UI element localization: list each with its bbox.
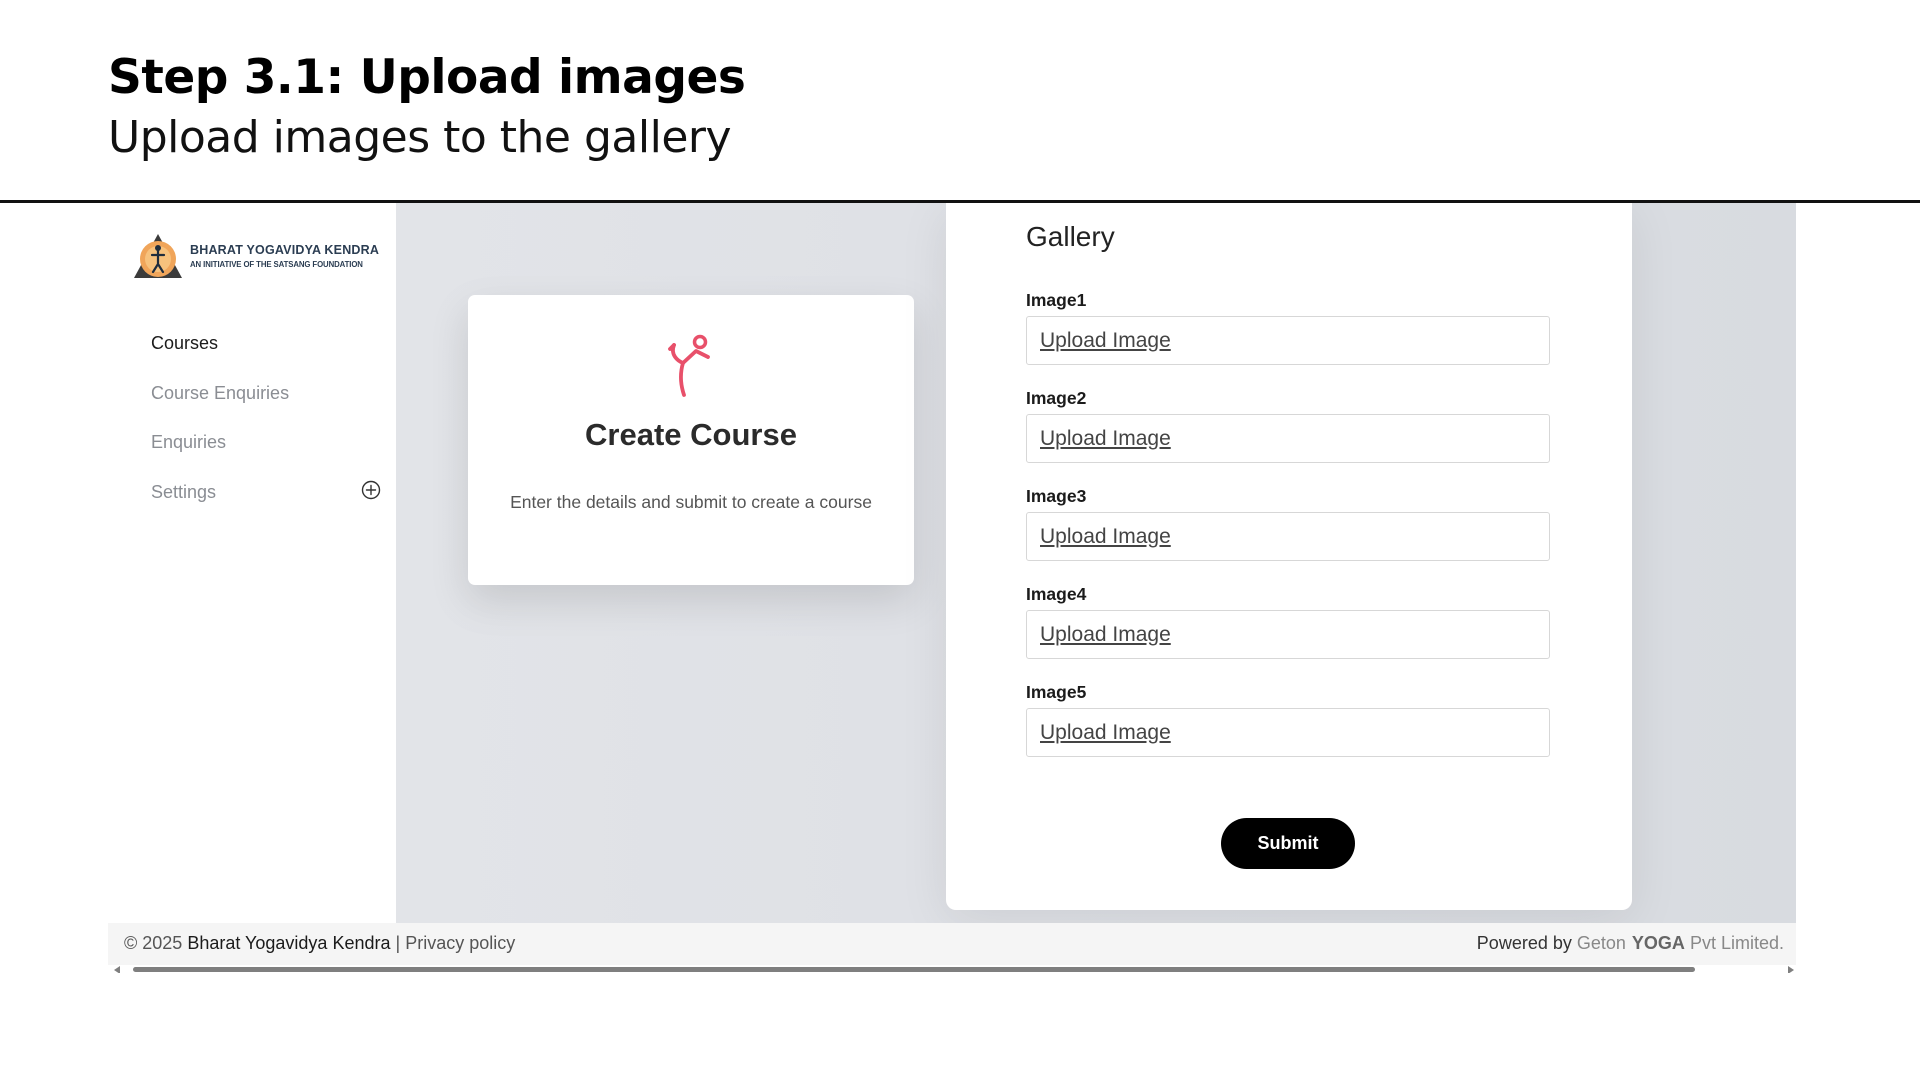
- sidebar-item-courses[interactable]: Courses: [151, 333, 381, 383]
- powered-by-yoga[interactable]: YOGA: [1632, 933, 1685, 953]
- slide-title: Step 3.1: Upload images: [108, 50, 746, 105]
- create-course-description: Enter the details and submit to create a…: [510, 492, 872, 512]
- footer: © 2025 Bharat Yogavidya Kendra | Privacy…: [108, 923, 1796, 965]
- image1-upload-box[interactable]: Upload Image: [1026, 316, 1550, 365]
- image5-field: Image5 Upload Image: [1026, 682, 1550, 757]
- scroll-right-arrow-icon[interactable]: [1788, 966, 1794, 973]
- create-course-card[interactable]: Create Course Enter the details and subm…: [468, 295, 914, 585]
- image2-field: Image2 Upload Image: [1026, 388, 1550, 463]
- image3-label: Image3: [1026, 486, 1087, 506]
- sidebar: BHARAT YOGAVIDYA KENDRA AN INITIATIVE OF…: [108, 203, 396, 923]
- horizontal-scrollbar[interactable]: [108, 965, 1796, 973]
- powered-by-pvt: Pvt Limited.: [1689, 933, 1784, 953]
- image5-upload-box[interactable]: Upload Image: [1026, 708, 1550, 757]
- main-content: Create Course Enter the details and subm…: [396, 203, 1796, 923]
- plus-circle-icon[interactable]: [361, 480, 381, 500]
- sidebar-item-settings[interactable]: Settings: [151, 480, 381, 532]
- copyright-text: © 2025: [124, 933, 183, 953]
- scrollbar-thumb[interactable]: [133, 967, 1695, 972]
- yoga-lotus-logo-icon: [134, 234, 182, 278]
- powered-by-text: Powered by: [1476, 933, 1572, 953]
- logo-title: BHARAT YOGAVIDYA KENDRA: [190, 243, 380, 257]
- brand-logo[interactable]: BHARAT YOGAVIDYA KENDRA AN INITIATIVE OF…: [132, 231, 379, 281]
- create-course-title: Create Course: [585, 417, 797, 452]
- image2-label: Image2: [1026, 388, 1087, 408]
- sidebar-item-label: Courses: [151, 333, 219, 353]
- sidebar-item-label: Settings: [151, 481, 217, 502]
- powered-by-geton[interactable]: Geton: [1577, 933, 1626, 953]
- slide-subtitle: Upload images to the gallery: [108, 112, 732, 163]
- sidebar-item-label: Enquiries: [151, 432, 227, 452]
- image4-upload-link[interactable]: Upload Image: [1040, 623, 1171, 647]
- submit-button[interactable]: Submit: [1221, 818, 1355, 869]
- footer-powered-by: Powered by Geton YOGA Pvt Limited.: [1477, 933, 1784, 954]
- privacy-policy-link[interactable]: Privacy policy: [405, 933, 515, 953]
- logo-tagline: AN INITIATIVE OF THE SATSANG FOUNDATION: [190, 260, 363, 269]
- image4-upload-box[interactable]: Upload Image: [1026, 610, 1550, 659]
- yoga-pose-icon: [668, 334, 710, 397]
- image3-upload-link[interactable]: Upload Image: [1040, 525, 1171, 549]
- sidebar-nav: Courses Course Enquiries Enquiries Setti…: [151, 333, 381, 531]
- image2-upload-link[interactable]: Upload Image: [1040, 427, 1171, 451]
- image3-field: Image3 Upload Image: [1026, 486, 1550, 561]
- image4-field: Image4 Upload Image: [1026, 584, 1550, 659]
- sidebar-item-label: Course Enquiries: [151, 382, 290, 403]
- sidebar-item-enquiries[interactable]: Enquiries: [151, 432, 381, 482]
- image3-upload-box[interactable]: Upload Image: [1026, 512, 1550, 561]
- footer-copyright: © 2025 Bharat Yogavidya Kendra | Privacy…: [124, 933, 515, 954]
- image5-upload-link[interactable]: Upload Image: [1040, 721, 1171, 745]
- image2-upload-box[interactable]: Upload Image: [1026, 414, 1550, 463]
- image1-label: Image1: [1026, 290, 1087, 310]
- footer-separator: |: [395, 933, 401, 953]
- image4-label: Image4: [1026, 584, 1087, 604]
- gallery-form: Gallery Image1 Upload Image Image2 Uploa…: [946, 203, 1632, 910]
- footer-brand: Bharat Yogavidya Kendra: [187, 933, 391, 953]
- image5-label: Image5: [1026, 682, 1087, 702]
- gallery-title: Gallery: [1026, 221, 1115, 252]
- sidebar-item-course-enquiries[interactable]: Course Enquiries: [151, 383, 381, 433]
- image1-upload-link[interactable]: Upload Image: [1040, 329, 1171, 353]
- image1-field: Image1 Upload Image: [1026, 290, 1550, 365]
- app-screenshot: BHARAT YOGAVIDYA KENDRA AN INITIATIVE OF…: [108, 203, 1796, 973]
- scroll-left-arrow-icon[interactable]: [114, 966, 120, 973]
